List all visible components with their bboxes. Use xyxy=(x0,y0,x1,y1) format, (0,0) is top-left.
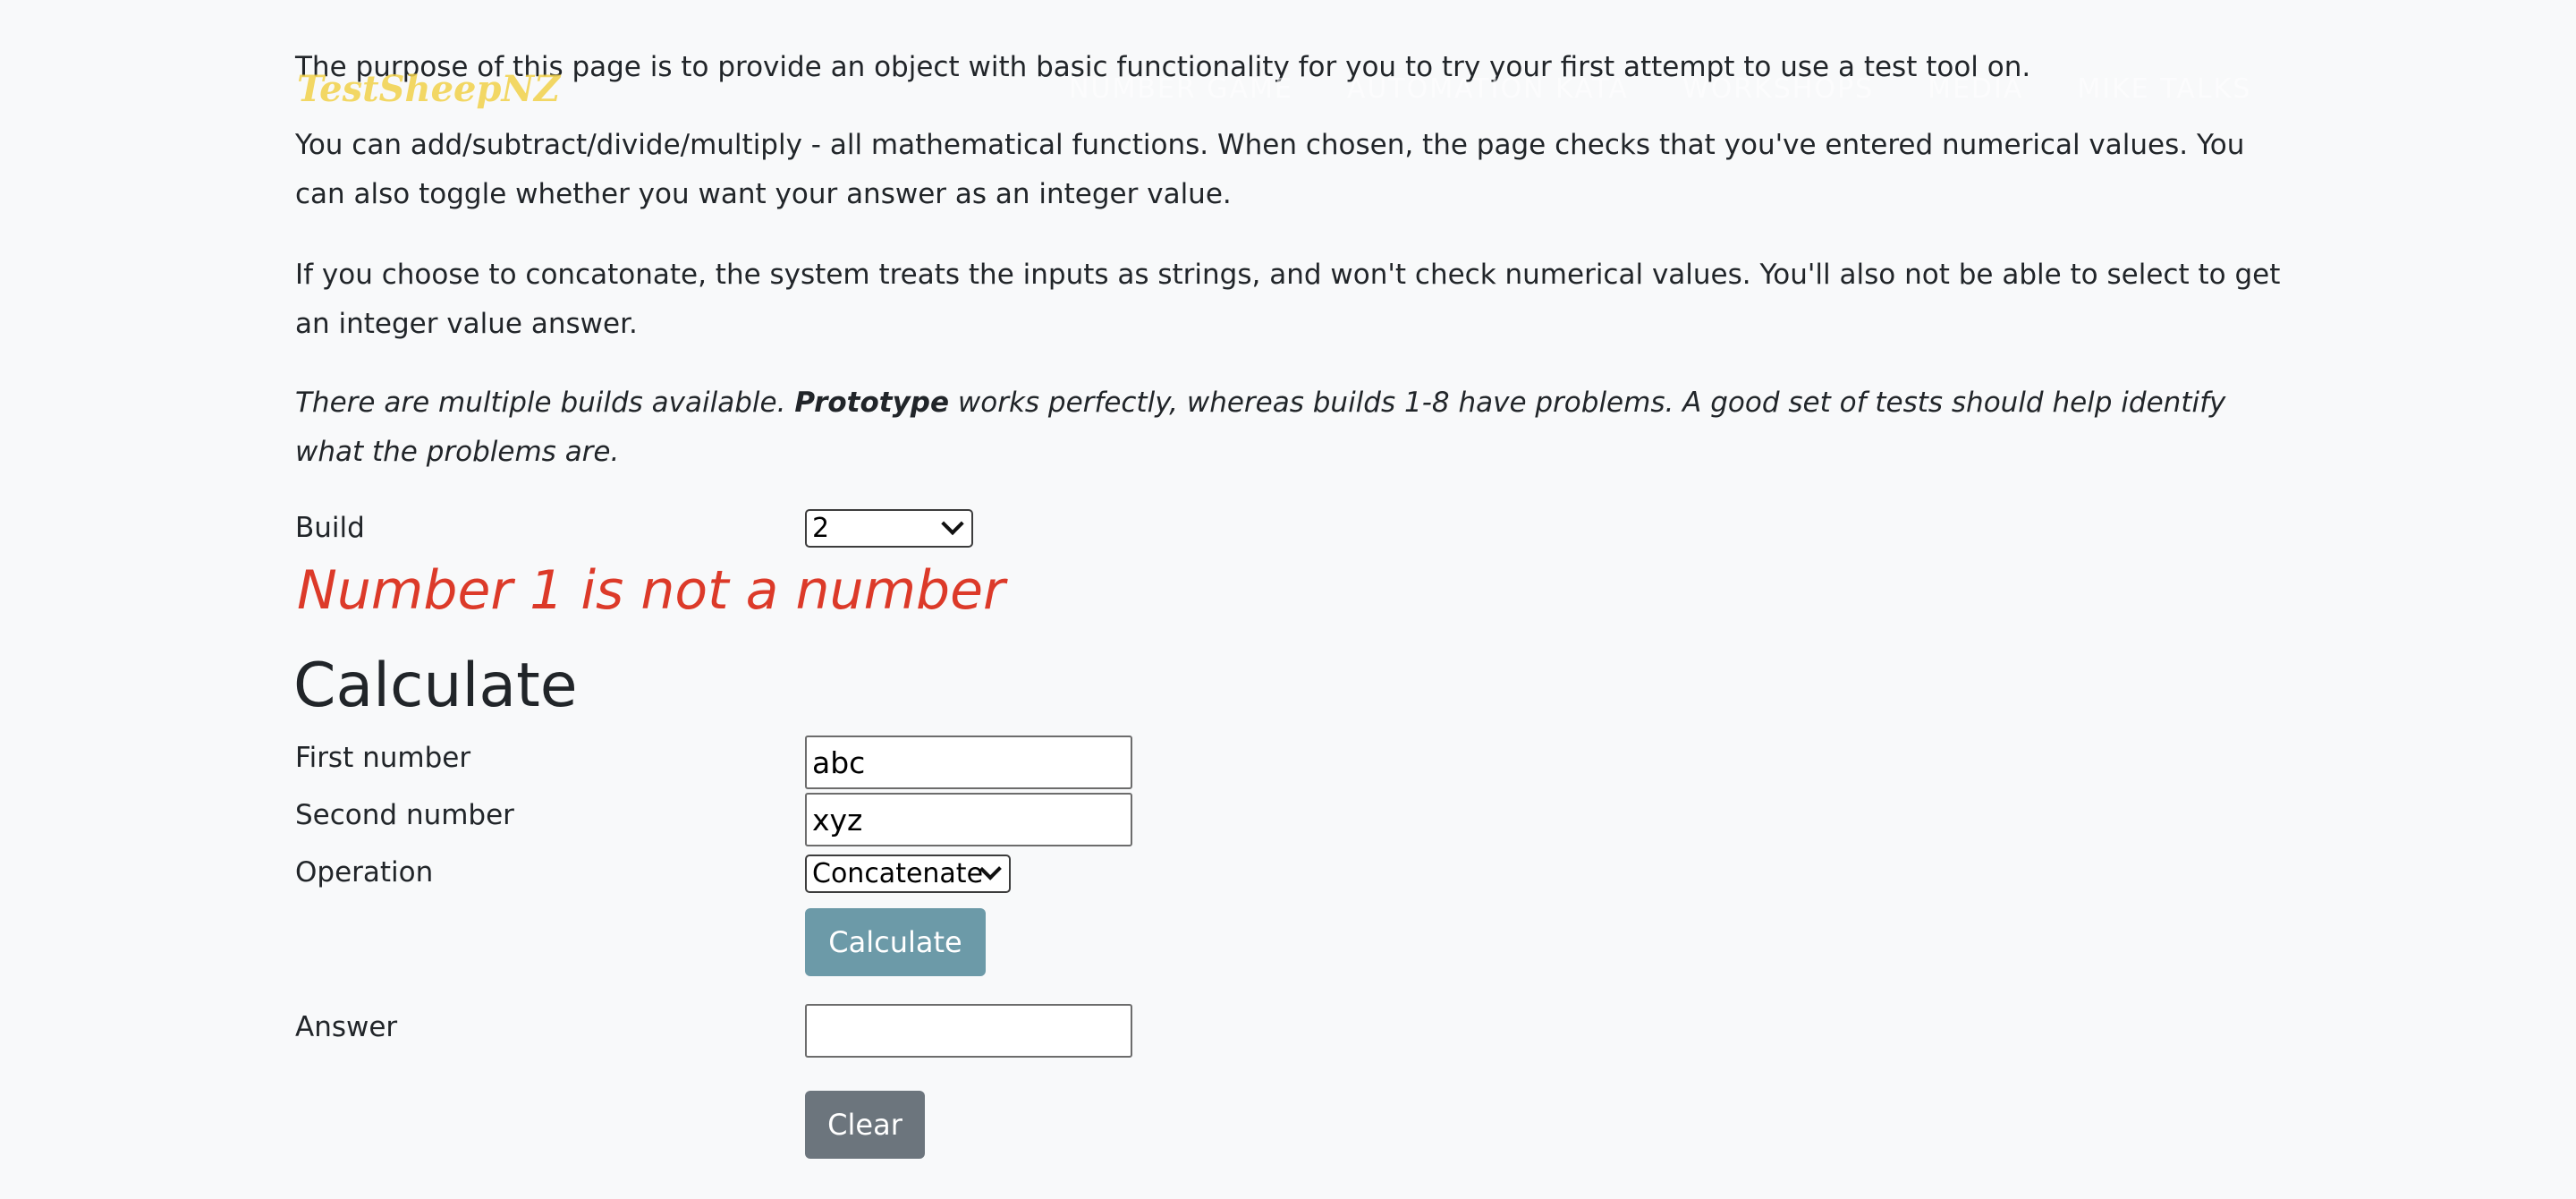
calculate-heading: Calculate xyxy=(293,651,578,721)
chevron-down-icon xyxy=(941,512,964,535)
page: The purpose of this page is to provide a… xyxy=(0,0,2576,1199)
builds-text-before: There are multiple builds available. xyxy=(295,387,795,419)
clear-button[interactable]: Clear xyxy=(805,1091,925,1159)
first-number-input[interactable]: abc xyxy=(805,736,1132,789)
build-label: Build xyxy=(295,512,365,544)
brand-logo[interactable]: TestSheepNZ xyxy=(297,68,560,110)
nav-link-media[interactable]: MEDIA xyxy=(1928,73,2023,105)
operation-select-value: Concatenate xyxy=(812,858,984,889)
builds-text-prototype: Prototype xyxy=(794,387,950,419)
error-message: Number 1 is not a number xyxy=(297,559,1005,622)
first-number-label: First number xyxy=(295,742,471,774)
build-select-value: 2 xyxy=(812,513,830,544)
nav-links: NUMBER GAME AUTOMATION KATA WORKSHOPS ME… xyxy=(1069,73,2251,105)
nav-link-mike-talks[interactable]: MIKE TALKS xyxy=(2077,73,2251,105)
intro-paragraph-concatenate: If you choose to concatonate, the system… xyxy=(295,259,2281,340)
second-number-input[interactable]: xyz xyxy=(805,793,1132,846)
answer-label: Answer xyxy=(295,1011,398,1043)
second-number-label: Second number xyxy=(295,799,514,831)
build-select[interactable]: 2 xyxy=(805,509,973,548)
nav-link-number-game[interactable]: NUMBER GAME xyxy=(1069,73,1293,105)
answer-field[interactable] xyxy=(805,1004,1132,1058)
operation-label: Operation xyxy=(295,856,434,889)
intro-paragraph-builds: There are multiple builds available. Pro… xyxy=(295,378,2290,477)
calculate-button[interactable]: Calculate xyxy=(805,908,986,976)
intro-paragraph-operations: You can add/subtract/divide/multiply - a… xyxy=(295,129,2245,210)
nav-link-automation-kata[interactable]: AUTOMATION KATA xyxy=(1347,73,1629,105)
navbar: TestSheepNZ NUMBER GAME AUTOMATION KATA … xyxy=(0,55,2576,125)
operation-select[interactable]: Concatenate xyxy=(805,855,1011,893)
nav-link-workshops[interactable]: WORKSHOPS xyxy=(1682,73,1874,105)
